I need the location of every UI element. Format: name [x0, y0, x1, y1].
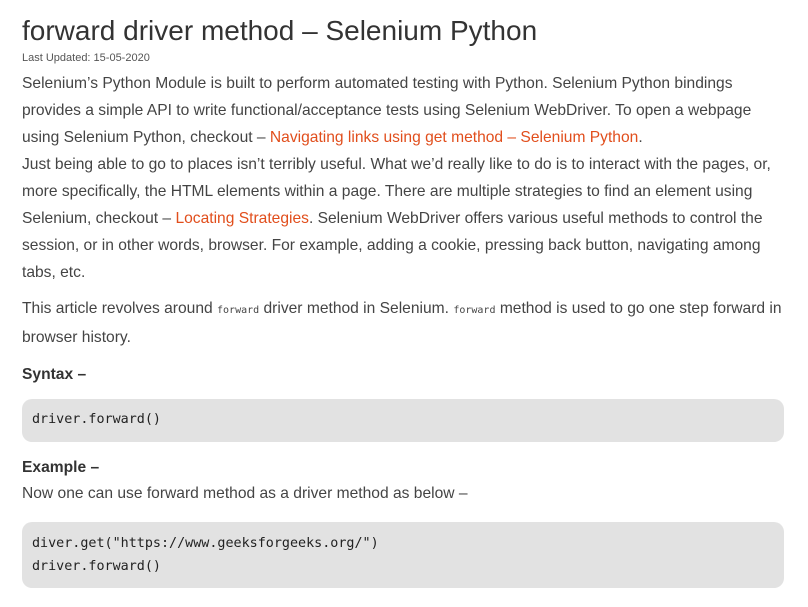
example-heading: Example – [22, 459, 100, 476]
inline-code-forward: forward [217, 305, 260, 316]
article-page: forward driver method – Selenium Python … [0, 0, 808, 607]
example-description: Now one can use forward method as a driv… [22, 485, 468, 502]
syntax-heading: Syntax – [22, 366, 87, 383]
intro-text-2: . [638, 129, 643, 146]
syntax-code-line: driver.forward() [32, 412, 161, 427]
article-text-1: This article revolves around [22, 300, 218, 317]
locating-strategies-link[interactable]: Locating Strategies [175, 210, 309, 227]
example-code-line: driver.forward() [32, 559, 161, 574]
article-text-2: driver method in Selenium. [259, 300, 454, 317]
syntax-code-block[interactable]: driver.forward() [22, 399, 784, 442]
example-code-line: diver.get("https://www.geeksforgeeks.org… [32, 536, 379, 551]
last-updated-date: Last Updated: 15-05-2020 [22, 52, 150, 64]
inline-code-forward-2: forward [453, 305, 496, 316]
page-title: forward driver method – Selenium Python [22, 15, 538, 46]
navigating-links-link[interactable]: Navigating links using get method – Sele… [270, 129, 638, 146]
example-code-block[interactable]: diver.get("https://www.geeksforgeeks.org… [22, 522, 784, 588]
article-description-paragraph: This article revolves around forward dri… [22, 295, 784, 351]
intro-paragraph: Selenium’s Python Module is built to per… [22, 70, 784, 286]
